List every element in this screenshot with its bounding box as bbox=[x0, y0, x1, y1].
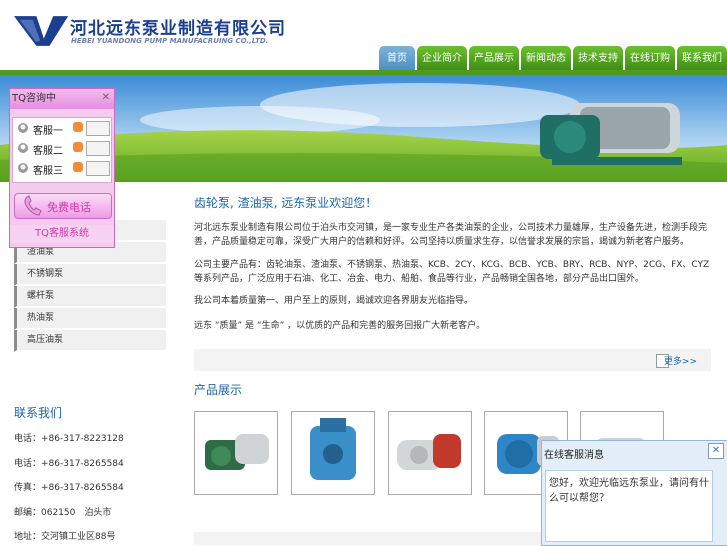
free-call-label: 免费电话 bbox=[47, 201, 91, 214]
contact-line: 邮编：062150 泊头市 bbox=[14, 507, 112, 518]
intro-paragraph-3: 我公司本着质量第一、用户至上的原则，竭诚欢迎各界朋友光临指导。 bbox=[194, 296, 474, 306]
sidebar-item[interactable]: 高压油泵 bbox=[14, 330, 166, 352]
company-name-cn: 河北远东泵业制造有限公司 bbox=[70, 19, 286, 39]
product-thumb[interactable] bbox=[291, 411, 375, 495]
company-name-en: HEBEI YUANDONG PUMP MANUFACRUING CO.,LTD… bbox=[71, 37, 269, 45]
message-icon[interactable] bbox=[86, 141, 110, 156]
nav-item[interactable]: 企业简介 bbox=[417, 46, 467, 70]
popup-header: 在线客服消息 ✕ bbox=[542, 441, 727, 463]
nav-item[interactable]: 在线订购 bbox=[625, 46, 675, 70]
tq-chat-widget: TQ咨询中 ✕ 客服一客服二客服三 免费电话 TQ客服系统 bbox=[9, 88, 115, 248]
agent-icon bbox=[18, 123, 28, 133]
sidebar-item[interactable]: 热油泵 bbox=[14, 308, 166, 330]
nav-item[interactable]: 产品展示 bbox=[469, 46, 519, 70]
tq-service-link[interactable]: TQ客服系统 bbox=[10, 225, 114, 243]
close-icon[interactable]: ✕ bbox=[708, 443, 724, 459]
tq-agent-row[interactable]: 客服二 bbox=[13, 138, 111, 158]
products-title: 产品展示 bbox=[194, 383, 243, 397]
more-bar: 更多>> bbox=[194, 349, 711, 371]
nav-item[interactable]: 新闻动态 bbox=[521, 46, 571, 70]
chat-icon[interactable] bbox=[73, 122, 83, 132]
close-icon[interactable]: ✕ bbox=[102, 92, 110, 103]
contact-line: 传真：+86-317-8265584 bbox=[14, 483, 124, 493]
tq-widget-title: TQ咨询中 bbox=[10, 89, 114, 109]
contact-title: 联系我们 bbox=[14, 406, 63, 420]
company-logo bbox=[14, 16, 69, 46]
gear-pump-image bbox=[205, 434, 269, 470]
free-call-button[interactable]: 免费电话 bbox=[14, 193, 112, 219]
chat-icon[interactable] bbox=[73, 162, 83, 172]
agent-name: 客服三 bbox=[33, 166, 63, 177]
nav-item[interactable]: 联系我们 bbox=[677, 46, 727, 70]
tq-agent-row[interactable]: 客服一 bbox=[13, 118, 111, 138]
intro-paragraph-4: 远东 “质量” 是 “生命” ，以优质的产品和完善的服务回报广大新老客户。 bbox=[194, 321, 486, 331]
intro-paragraph-2: 公司主要产品有：齿轮油泵、渣油泵、不锈钢泵、热油泵、KCB、2CY、KCG、BC… bbox=[194, 260, 710, 284]
stainless-pump-image bbox=[397, 434, 461, 470]
nav-item[interactable]: 技术支持 bbox=[573, 46, 623, 70]
sidebar-item[interactable]: 不锈钢泵 bbox=[14, 264, 166, 286]
phone-icon bbox=[24, 195, 42, 216]
popup-title: 在线客服消息 bbox=[544, 450, 604, 461]
intro-paragraph-1: 河北远东泵业制造有限公司位于泊头市交河镇，是一家专业生产各类油泵的企业，公司技术… bbox=[194, 223, 708, 247]
contact-line: 电话：+86-317-8223128 bbox=[14, 434, 124, 444]
hydraulic-pump-image bbox=[310, 418, 356, 480]
product-thumb[interactable] bbox=[194, 411, 278, 495]
agent-name: 客服一 bbox=[33, 126, 63, 137]
agent-icon bbox=[18, 143, 28, 153]
more-link[interactable]: 更多>> bbox=[664, 354, 697, 367]
chat-popup: 在线客服消息 ✕ 您好，欢迎光临远东泵业，请问有什么可以帮您？ bbox=[541, 440, 727, 546]
nav-item[interactable]: 首页 bbox=[379, 46, 415, 70]
agent-icon bbox=[18, 163, 28, 173]
popup-message: 您好，欢迎光临远东泵业，请问有什么可以帮您？ bbox=[545, 470, 713, 542]
tq-agent-row[interactable]: 客服三 bbox=[13, 158, 111, 178]
sidebar-item[interactable]: 螺杆泵 bbox=[14, 286, 166, 308]
message-icon[interactable] bbox=[86, 161, 110, 176]
agent-name: 客服二 bbox=[33, 146, 63, 157]
page-title: 齿轮泵, 渣油泵, 远东泵业欢迎您！ bbox=[194, 196, 378, 210]
chat-icon[interactable] bbox=[73, 142, 83, 152]
tq-agent-list: 客服一 客服二 客服三 bbox=[12, 117, 112, 183]
main-nav: 首页 企业简介 产品展示 新闻动态 技术支持 在线订购 联系我们 bbox=[377, 46, 727, 72]
product-thumb[interactable] bbox=[388, 411, 472, 495]
contact-line: 电话：+86-317-8265584 bbox=[14, 458, 124, 469]
message-icon[interactable] bbox=[86, 121, 110, 136]
contact-line: 地址：交河镇工业区88号 bbox=[14, 532, 116, 542]
